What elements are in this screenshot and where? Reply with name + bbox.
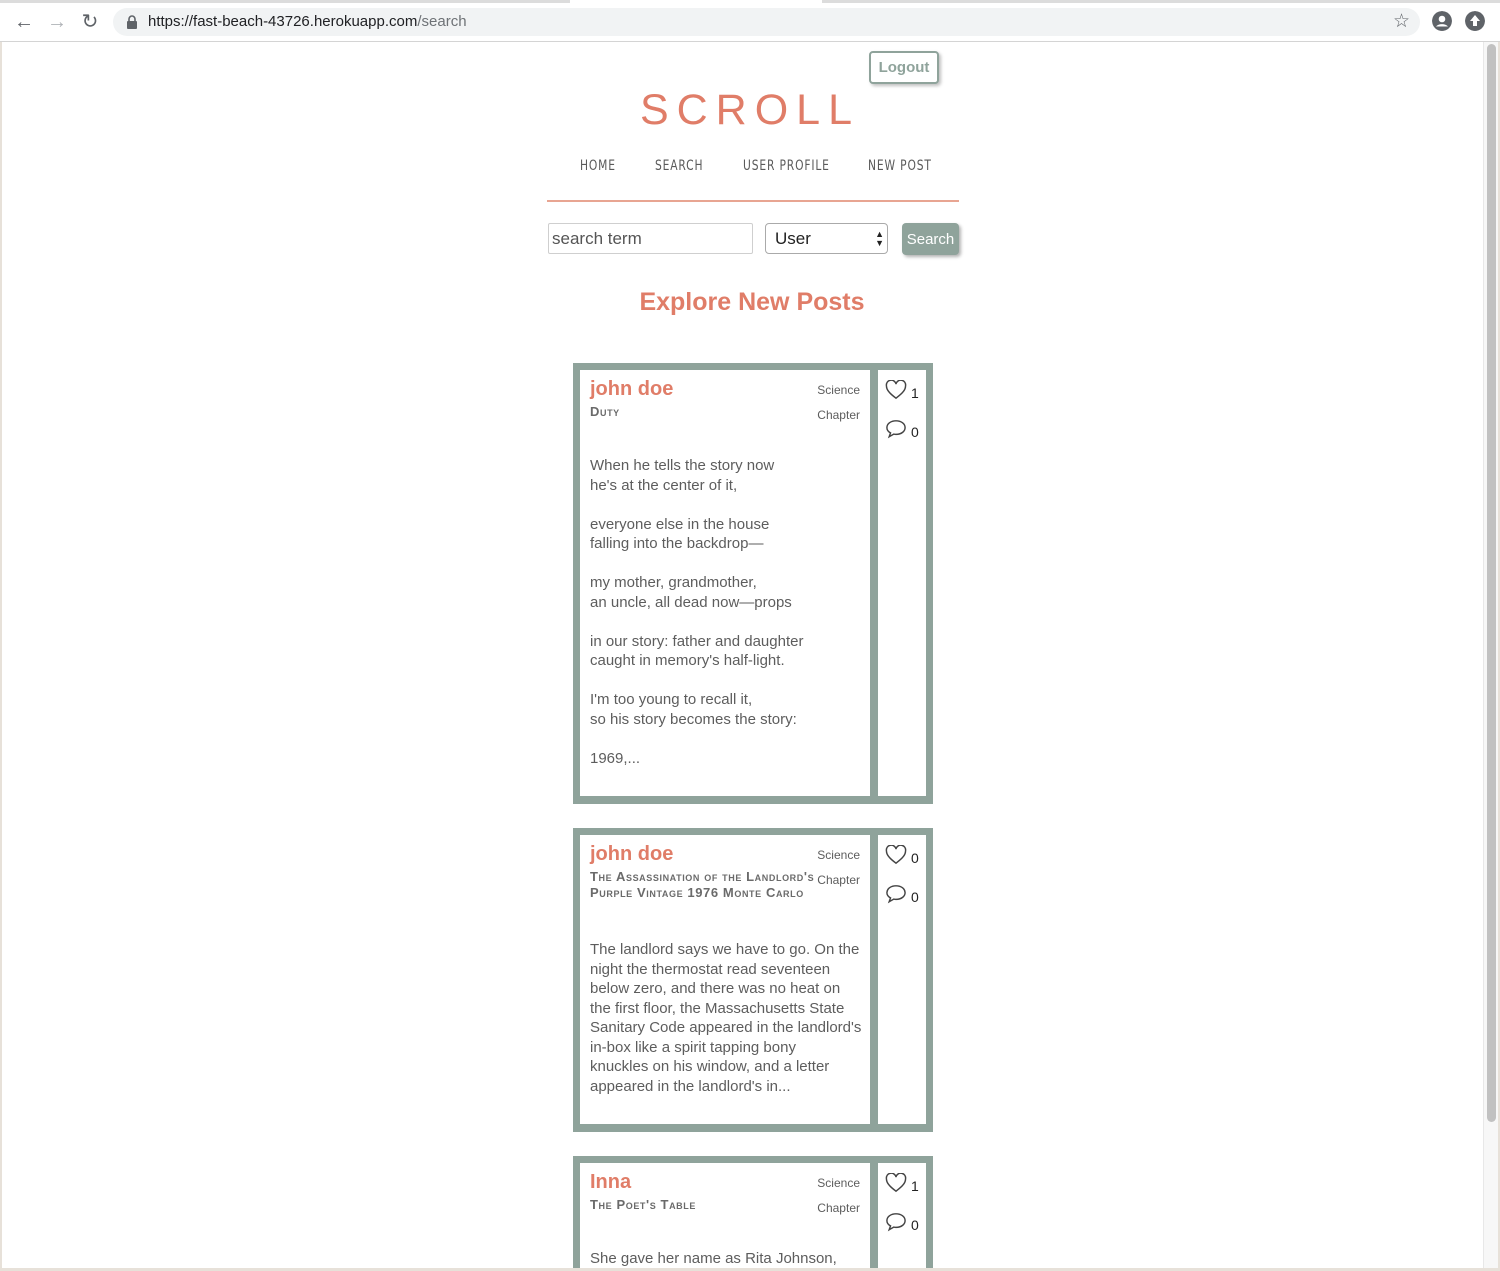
post-genre: Science [817, 848, 860, 862]
profile-icon[interactable] [1432, 11, 1452, 31]
post-card[interactable]: john doe Duty Science Chapter When he te… [573, 363, 933, 804]
reload-icon[interactable]: ↻ [77, 9, 103, 35]
address-bar[interactable]: https://fast-beach-43726.herokuapp.com/s… [113, 8, 1420, 36]
post-body: When he tells the story now he's at the … [590, 457, 804, 767]
like-count: 1 [911, 1178, 919, 1194]
page-scrollbar[interactable] [1483, 42, 1498, 1268]
post-title[interactable]: Duty [590, 404, 815, 420]
post-content: john doe Duty Science Chapter When he te… [580, 370, 870, 796]
nav-new-post[interactable]: NEW POST [868, 158, 932, 174]
comment-count: 0 [911, 889, 919, 905]
nav-divider [547, 200, 959, 202]
post-card[interactable]: Inna The Poet's Table Science Chapter Sh… [573, 1156, 933, 1268]
scroll-thumb[interactable] [1487, 44, 1496, 1122]
post-author[interactable]: Inna [590, 1171, 631, 1194]
heart-icon [885, 845, 907, 865]
search-type-value: User [775, 229, 811, 248]
nav-search[interactable]: SEARCH [655, 158, 703, 174]
post-title[interactable]: The Poet's Table [590, 1197, 815, 1213]
like-count: 0 [911, 850, 919, 866]
post-body: The landlord says we have to go. On the … [590, 941, 862, 1095]
update-icon[interactable] [1465, 11, 1485, 31]
like-count: 1 [911, 385, 919, 401]
comment-icon [886, 1213, 906, 1232]
url-path: /search [417, 13, 467, 30]
lock-icon [127, 15, 137, 29]
post-type: Chapter [817, 408, 860, 422]
post-title[interactable]: The Assassination of the Landlord's Purp… [590, 869, 815, 900]
post-genre: Science [817, 383, 860, 397]
post-card[interactable]: john doe The Assassination of the Landlo… [573, 828, 933, 1132]
star-icon[interactable]: ☆ [1393, 11, 1410, 33]
post-body: She gave her name as Rita Johnson, [590, 1250, 837, 1267]
post-author[interactable]: john doe [590, 843, 673, 866]
search-button[interactable]: Search [902, 223, 959, 255]
comment-count: 0 [911, 1217, 919, 1233]
browser-toolbar: ← → ↻ https://fast-beach-43726.herokuapp… [0, 0, 1500, 42]
nav-user-profile[interactable]: USER PROFILE [743, 158, 830, 174]
post-actions: 1 0 [878, 370, 926, 796]
explore-heading: Explore New Posts [639, 288, 865, 316]
search-input[interactable] [548, 223, 753, 254]
comment-icon [886, 885, 906, 904]
heart-icon [885, 380, 907, 400]
select-arrows-icon: ▲ ▼ [875, 229, 884, 248]
search-type-select[interactable]: User ▲ ▼ [765, 223, 888, 254]
nav-home[interactable]: HOME [580, 158, 616, 174]
post-actions: 1 0 [878, 1163, 926, 1268]
logout-button[interactable]: Logout [869, 51, 939, 84]
post-genre: Science [817, 1176, 860, 1190]
tab-strip [0, 0, 1500, 3]
post-type: Chapter [817, 1201, 860, 1215]
post-type: Chapter [817, 873, 860, 887]
post-content: Inna The Poet's Table Science Chapter Sh… [580, 1163, 870, 1268]
post-actions: 0 0 [878, 835, 926, 1124]
comment-icon [886, 420, 906, 439]
url-host: https://fast-beach-43726.herokuapp.com [148, 13, 418, 30]
comment-count: 0 [911, 424, 919, 440]
back-icon[interactable]: ← [11, 9, 37, 35]
post-content: john doe The Assassination of the Landlo… [580, 835, 870, 1124]
url-text[interactable]: https://fast-beach-43726.herokuapp.com/s… [148, 13, 467, 30]
active-tab[interactable] [570, 0, 822, 3]
page-viewport: Logout SCROLL HOME SEARCH USER PROFILE N… [2, 42, 1498, 1268]
main-nav: HOME SEARCH USER PROFILE NEW POST [550, 158, 960, 186]
site-title: SCROLL [639, 86, 861, 134]
forward-icon[interactable]: → [44, 9, 70, 35]
post-author[interactable]: john doe [590, 378, 673, 401]
heart-icon [885, 1173, 907, 1193]
